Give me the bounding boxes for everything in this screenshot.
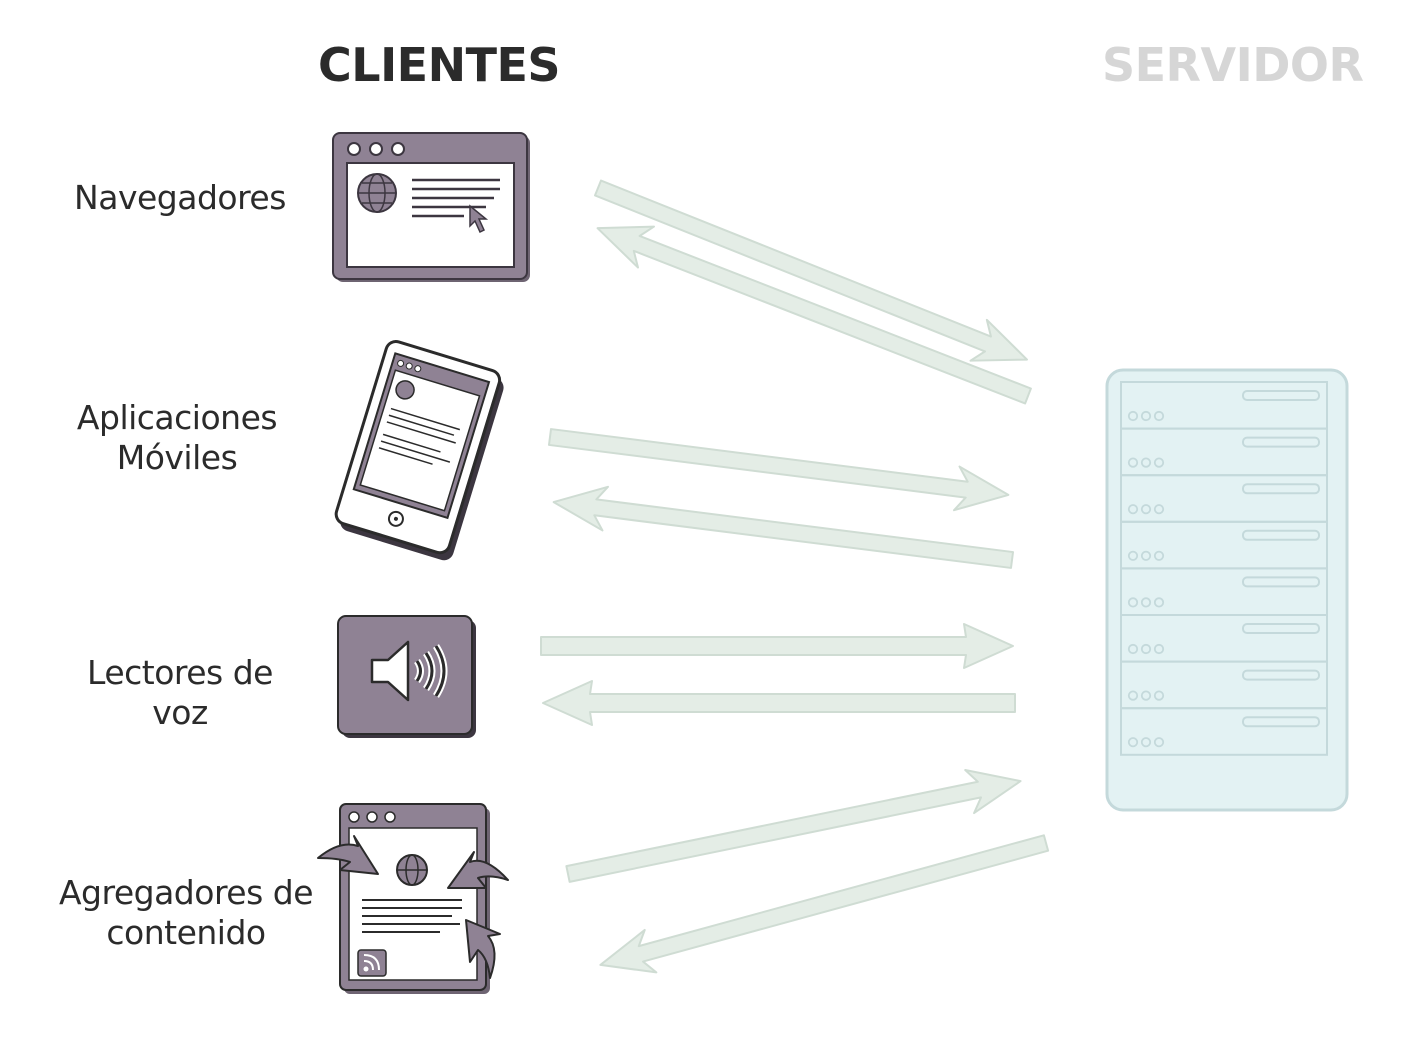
request-arrow: [594, 179, 1028, 362]
rss-icon: [357, 949, 387, 977]
globe-icon: [357, 173, 397, 213]
rss-feed-document-icon: [317, 803, 509, 994]
globe-icon: [396, 854, 428, 886]
arrows: [540, 179, 1050, 974]
server-rack-icon: [1105, 368, 1349, 812]
response-arrow: [542, 680, 1016, 726]
browser-window-icon: [332, 132, 530, 282]
request-arrow: [540, 623, 1014, 669]
speaker-icon: [337, 615, 476, 738]
tablet-icon: [334, 340, 504, 561]
response-arrow: [596, 225, 1032, 405]
diagram-canvas: [317, 132, 1349, 994]
